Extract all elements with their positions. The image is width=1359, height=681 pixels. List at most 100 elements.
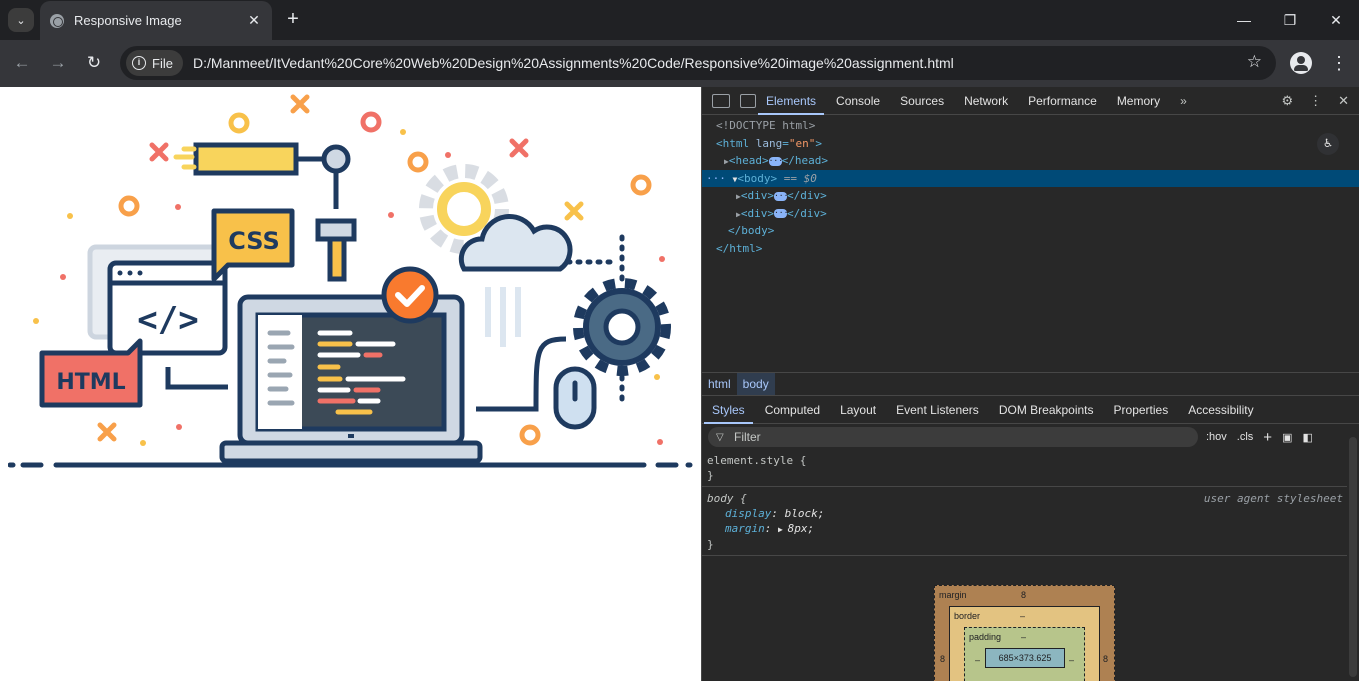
styles-toolbar: :hov .cls + ▣ ◧	[1206, 429, 1313, 446]
tab-memory[interactable]: Memory	[1107, 87, 1170, 115]
box-model-padding: padding – – – 685×373.625	[964, 627, 1085, 681]
hover-state-button[interactable]: :hov	[1206, 431, 1227, 443]
mouse-icon	[476, 336, 597, 430]
laptop-icon	[219, 266, 483, 464]
margin-label: margin	[939, 590, 967, 600]
tab-search-button[interactable]: ⌄	[8, 8, 34, 32]
tab-properties[interactable]: Properties	[1104, 396, 1179, 424]
tab-styles[interactable]: Styles	[702, 396, 755, 424]
bookmark-star-icon[interactable]: ☆	[1247, 52, 1262, 72]
chevron-down-icon: ⌄	[16, 14, 26, 27]
devtools-close-icon[interactable]: ✕	[1338, 93, 1349, 109]
sidebar-toggle-icon[interactable]: ◧	[1302, 431, 1312, 444]
minimize-button[interactable]: —	[1221, 0, 1267, 40]
forward-button[interactable]: →	[47, 52, 69, 74]
tab-computed[interactable]: Computed	[755, 396, 830, 424]
filter-icon: ▽	[716, 431, 724, 443]
device-toolbar-icon[interactable]	[740, 93, 756, 108]
site-info-chip[interactable]: i File	[126, 50, 183, 76]
border-label: border	[954, 611, 981, 621]
dom-tree: <!DOCTYPE html> <html lang="en"> ▶<head>…	[702, 115, 1359, 371]
html-badge: HTML	[39, 338, 143, 408]
dom-div-1[interactable]: ▶<div>···</div>	[702, 187, 1359, 205]
rule-close-brace: }	[707, 538, 714, 551]
css-declaration-display[interactable]: display: block;	[707, 506, 1342, 521]
breadcrumb: html body	[702, 372, 1359, 396]
accessibility-tree-icon[interactable]: ♿	[1317, 133, 1339, 155]
dom-div-2[interactable]: ▶<div>···</div>	[702, 205, 1359, 223]
ellipsis-icon[interactable]: ···	[773, 191, 788, 201]
tab-elements[interactable]: Elements	[756, 87, 826, 115]
box-model-diagram: margin 8 8 8 border – padding – – – 685×…	[934, 585, 1115, 681]
tab-network[interactable]: Network	[954, 87, 1018, 115]
page-viewport: </> CSS HTML	[0, 87, 701, 681]
info-icon: i	[132, 56, 146, 70]
ellipsis-icon[interactable]: ···	[768, 156, 783, 166]
window-close-button[interactable]: ✕	[1313, 0, 1359, 40]
breadcrumb-html[interactable]: html	[702, 373, 737, 395]
tab-layout[interactable]: Layout	[830, 396, 886, 424]
styles-filter-row: ▽ Filter :hov .cls + ▣ ◧	[702, 425, 1352, 449]
reload-button[interactable]: ↻	[83, 52, 105, 74]
browser-menu-icon[interactable]: ⋮	[1330, 52, 1348, 74]
dom-html-open[interactable]: <html lang="en">	[702, 135, 1359, 153]
tab-sources[interactable]: Sources	[890, 87, 954, 115]
tab-console[interactable]: Console	[826, 87, 890, 115]
dom-body-selected[interactable]: ··· ▼<body> == $0	[702, 169, 1359, 187]
profile-avatar[interactable]	[1290, 52, 1312, 74]
devtools-panel: Elements Console Sources Network Perform…	[701, 87, 1359, 681]
maximize-button[interactable]: ❐	[1267, 0, 1313, 40]
dom-body-close[interactable]: </body>	[702, 222, 1359, 240]
tab-title: Responsive Image	[74, 13, 182, 28]
tab-dom-breakpoints[interactable]: DOM Breakpoints	[989, 396, 1104, 424]
paint-brush-icon[interactable]: ▣	[1282, 431, 1292, 444]
dom-html-close[interactable]: </html>	[702, 240, 1359, 258]
back-button[interactable]: ←	[11, 52, 33, 74]
tab-performance[interactable]: Performance	[1018, 87, 1107, 115]
box-model-content[interactable]: 685×373.625	[985, 648, 1065, 668]
border-top-value: –	[1020, 611, 1026, 621]
styles-scrollbar[interactable]	[1349, 437, 1357, 677]
devtools-menu-icon[interactable]: ⋮	[1309, 93, 1322, 109]
settings-gear-icon[interactable]: ⚙	[1281, 93, 1293, 109]
tab-accessibility[interactable]: Accessibility	[1178, 396, 1263, 424]
styles-pane: element.style { } body { user agent styl…	[702, 449, 1347, 556]
css-label: CSS	[228, 227, 280, 255]
margin-right-value: 8	[1103, 654, 1109, 664]
padding-right-value: –	[1069, 655, 1075, 665]
styles-filter-input[interactable]: ▽ Filter	[708, 427, 1198, 447]
new-tab-button[interactable]: +	[283, 8, 303, 30]
element-style-selector: element.style {	[707, 454, 807, 467]
close-icon[interactable]: ✕	[244, 12, 264, 29]
breadcrumb-body[interactable]: body	[736, 373, 775, 395]
dom-head[interactable]: ▶<head>···</head>	[702, 152, 1359, 170]
code-symbol-text: </>	[137, 300, 198, 340]
devtools-actions: ⚙ ⋮ ✕	[1281, 87, 1349, 115]
new-rule-icon[interactable]: +	[1263, 429, 1272, 446]
url-text[interactable]: D:/Manmeet/ItVedant%20Core%20Web%20Desig…	[193, 55, 954, 71]
dom-doctype[interactable]: <!DOCTYPE html>	[702, 117, 1359, 135]
expand-triangle-icon[interactable]: ▶	[778, 525, 788, 534]
more-tabs-button[interactable]: »	[1170, 87, 1197, 115]
css-declaration-margin[interactable]: margin: ▶ 8px;	[707, 521, 1342, 537]
tab-event-listeners[interactable]: Event Listeners	[886, 396, 989, 424]
padding-left-value: –	[975, 655, 981, 665]
element-style-rule[interactable]: element.style { }	[702, 449, 1347, 487]
web-development-illustration: </> CSS HTML	[8, 94, 693, 468]
margin-top-value: 8	[1021, 590, 1027, 600]
ellipsis-icon[interactable]: ···	[773, 209, 788, 218]
toolbar: ← → ↻ i File D:/Manmeet/ItVedant%20Core%…	[0, 40, 1359, 87]
globe-icon	[50, 13, 64, 28]
margin-left-value: 8	[940, 654, 946, 664]
rule-origin: user agent stylesheet	[1203, 492, 1343, 505]
inspect-element-icon[interactable]	[712, 93, 730, 108]
address-bar[interactable]: i File D:/Manmeet/ItVedant%20Core%20Web%…	[120, 46, 1276, 80]
class-toggle-button[interactable]: .cls	[1237, 431, 1254, 443]
body-rule[interactable]: body { user agent stylesheet display: bl…	[702, 487, 1347, 556]
css-badge: CSS	[211, 208, 295, 282]
html-label: HTML	[56, 370, 125, 395]
devtools-tab-bar: Elements Console Sources Network Perform…	[702, 87, 1359, 115]
padding-label: padding	[969, 632, 1002, 642]
styles-tab-bar: Styles Computed Layout Event Listeners D…	[702, 396, 1359, 424]
browser-tab[interactable]: Responsive Image ✕	[40, 1, 272, 40]
